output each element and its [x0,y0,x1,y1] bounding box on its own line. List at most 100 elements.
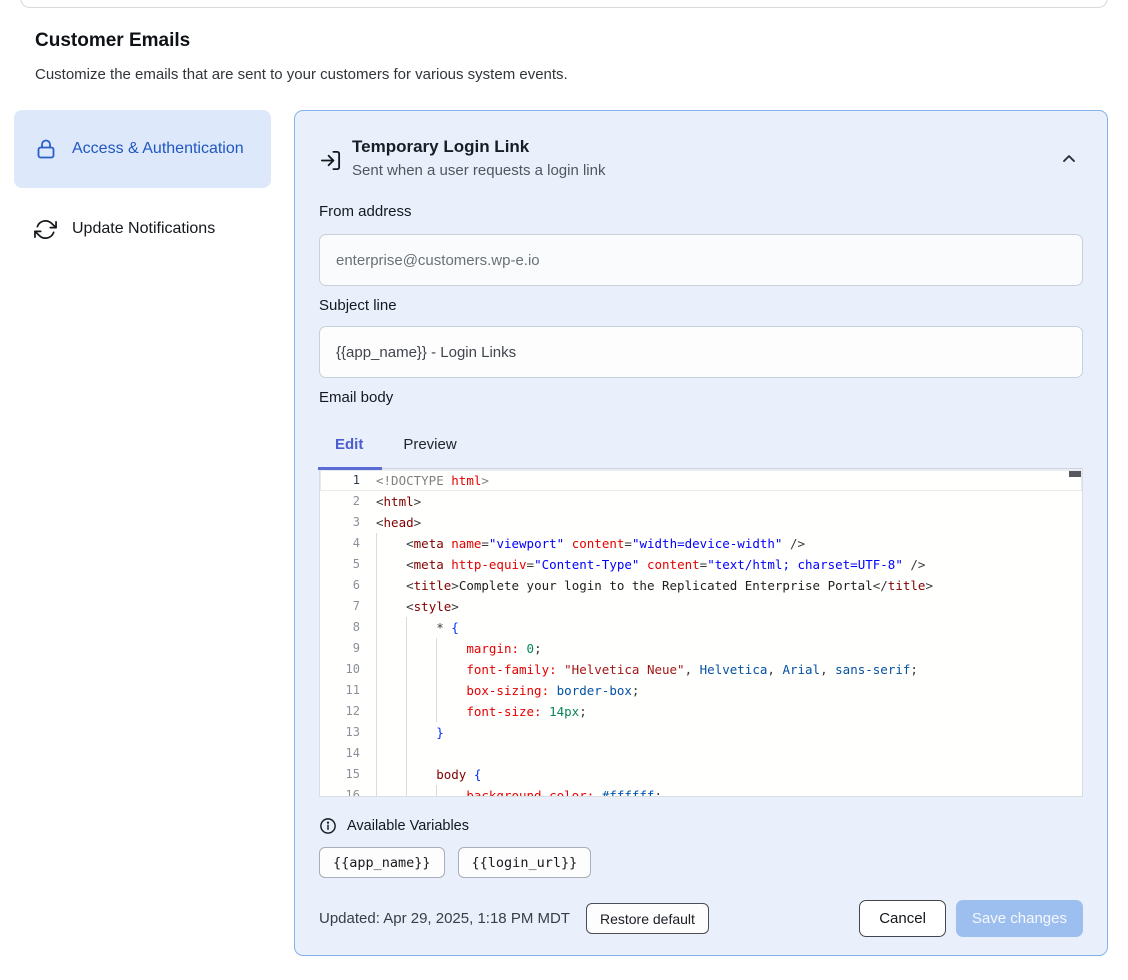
indent-guide [406,617,407,638]
indent-guide [436,638,437,659]
line-number: 10 [320,659,360,680]
code-editor[interactable]: 1<!DOCTYPE html>2<html>3<head>4 <meta na… [319,470,1083,797]
save-changes-button[interactable]: Save changes [956,900,1083,937]
top-card-edge [20,0,1108,8]
code-text: margin: 0; [360,638,1082,659]
sidebar-item-label: Update Notifications [72,217,215,240]
code-text: <meta name="viewport" content="width=dev… [360,533,1082,554]
code-text: } [360,722,1082,743]
panel-title: Temporary Login Link [352,137,1055,157]
line-number: 16 [320,785,360,797]
variable-chip-login-url[interactable]: {{login_url}} [458,847,592,878]
cancel-button[interactable]: Cancel [859,900,946,937]
code-line[interactable]: 4 <meta name="viewport" content="width=d… [320,533,1082,554]
panel-subtitle: Sent when a user requests a login link [352,162,1055,179]
code-line[interactable]: 14 [320,743,1082,764]
variable-chip-app-name[interactable]: {{app_name}} [319,847,445,878]
card-footer: Updated: Apr 29, 2025, 1:18 PM MDT Resto… [319,900,1083,937]
email-body-label: Email body [319,389,1083,406]
line-number: 2 [320,491,360,512]
code-line[interactable]: 8 * { [320,617,1082,638]
code-text: * { [360,617,1082,638]
indent-guide [376,659,377,680]
indent-guide [376,617,377,638]
sync-icon [34,218,58,241]
indent-guide [406,680,407,701]
code-line[interactable]: 9 margin: 0; [320,638,1082,659]
line-number: 11 [320,680,360,701]
indent-guide [376,533,377,554]
indent-guide [376,785,377,797]
code-text: font-family: "Helvetica Neue", Helvetica… [360,659,1082,680]
lock-icon [34,137,58,161]
indent-guide [406,764,407,785]
code-line[interactable]: 12 font-size: 14px; [320,701,1082,722]
indent-guide [376,701,377,722]
code-line[interactable]: 10 font-family: "Helvetica Neue", Helvet… [320,659,1082,680]
indent-guide [436,701,437,722]
indent-guide [436,659,437,680]
line-number: 14 [320,743,360,764]
line-number: 13 [320,722,360,743]
code-text: background-color: #ffffff; [360,785,1082,797]
code-line[interactable]: 2<html> [320,491,1082,512]
code-line[interactable]: 11 box-sizing: border-box; [320,680,1082,701]
code-text: font-size: 14px; [360,701,1082,722]
line-number: 6 [320,575,360,596]
code-editor-lines: 1<!DOCTYPE html>2<html>3<head>4 <meta na… [320,470,1082,797]
login-icon [319,149,342,172]
subject-line-input[interactable] [319,326,1083,378]
code-text: <!DOCTYPE html> [360,470,1082,491]
email-body-tabs: Edit Preview [319,431,1083,469]
editor-scrollbar-thumb[interactable] [1069,471,1081,477]
page-subtitle: Customize the emails that are sent to yo… [35,66,568,83]
code-text [360,743,1082,764]
sidebar: Access & Authentication Update Notificat… [14,110,271,253]
line-number: 15 [320,764,360,785]
available-variables-row: Available Variables [319,817,1083,835]
tab-edit[interactable]: Edit [335,434,363,455]
code-line[interactable]: 6 <title>Complete your login to the Repl… [320,575,1082,596]
variable-chips: {{app_name}} {{login_url}} [319,847,1083,878]
indent-guide [406,722,407,743]
sidebar-item-label: Access & Authentication [72,137,244,160]
restore-default-button[interactable]: Restore default [586,903,709,934]
collapse-button[interactable] [1055,145,1083,173]
indent-guide [376,554,377,575]
code-line[interactable]: 13 } [320,722,1082,743]
indent-guide [406,659,407,680]
line-number: 9 [320,638,360,659]
code-line[interactable]: 7 <style> [320,596,1082,617]
card-header: Temporary Login Link Sent when a user re… [319,137,1083,179]
sidebar-item-update-notifications[interactable]: Update Notifications [14,205,271,253]
code-line[interactable]: 3<head> [320,512,1082,533]
code-line[interactable]: 5 <meta http-equiv="Content-Type" conten… [320,554,1082,575]
indent-guide [436,680,437,701]
code-text: <html> [360,491,1082,512]
line-number: 3 [320,512,360,533]
indent-guide [376,596,377,617]
sidebar-item-access-authentication[interactable]: Access & Authentication [14,110,271,188]
indent-guide [406,743,407,764]
code-text: <style> [360,596,1082,617]
email-settings-card: Temporary Login Link Sent when a user re… [294,110,1108,956]
updated-timestamp: Updated: Apr 29, 2025, 1:18 PM MDT [319,910,570,927]
chevron-up-icon [1059,149,1079,169]
tab-preview[interactable]: Preview [403,434,456,455]
line-number: 1 [320,470,360,491]
line-number: 4 [320,533,360,554]
indent-guide [376,638,377,659]
code-text: <meta http-equiv="Content-Type" content=… [360,554,1082,575]
indent-guide [436,785,437,797]
code-text: <head> [360,512,1082,533]
from-address-label: From address [319,203,1083,220]
indent-guide [376,743,377,764]
code-line[interactable]: 16 background-color: #ffffff; [320,785,1082,797]
from-address-input[interactable] [319,234,1083,286]
code-text: box-sizing: border-box; [360,680,1082,701]
line-number: 12 [320,701,360,722]
code-line[interactable]: 15 body { [320,764,1082,785]
code-line[interactable]: 1<!DOCTYPE html> [320,470,1082,491]
code-text: body { [360,764,1082,785]
line-number: 8 [320,617,360,638]
